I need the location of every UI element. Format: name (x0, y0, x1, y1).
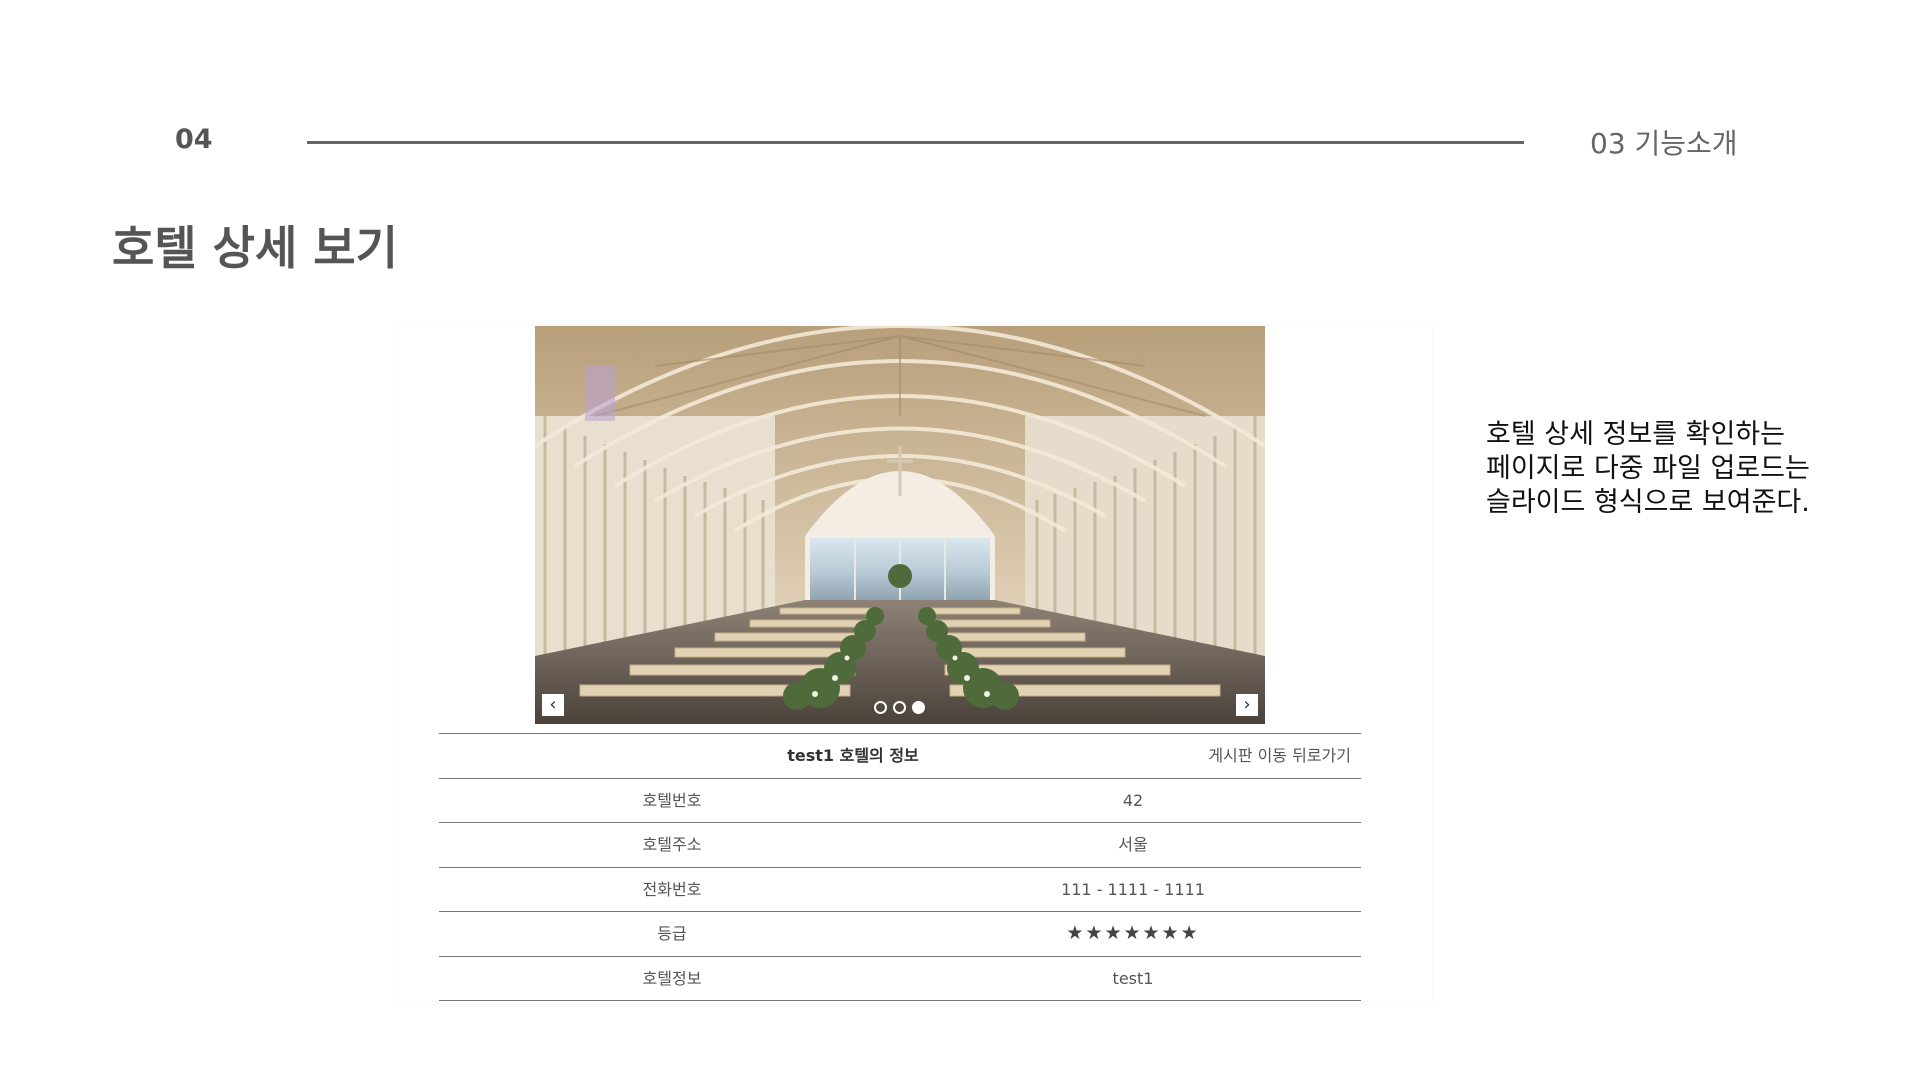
carousel-dots (874, 701, 934, 719)
row-value: 42 (1122, 790, 1144, 810)
image-carousel: ‹ › (535, 326, 1265, 724)
carousel-dot[interactable] (874, 701, 887, 714)
table-row: 등급 ★★★★★★★ (439, 912, 1361, 957)
row-label: 호텔정보 (642, 968, 702, 988)
row-value: 111 - 1111 - 1111 (1061, 879, 1205, 899)
table-title: test1 호텔의 정보 (787, 746, 919, 765)
row-label: 호텔주소 (642, 835, 702, 854)
description-line: 페이지로 다중 파일 업로드는 (1486, 453, 1810, 484)
carousel-dot[interactable] (893, 701, 906, 714)
carousel-prev-button[interactable]: ‹ (542, 694, 564, 716)
row-value: 서울 (1118, 835, 1148, 854)
description-line: 슬라이드 형식으로 보여준다. (1486, 487, 1810, 518)
star-rating: ★★★★★★★ (1066, 922, 1200, 944)
chevron-right-icon: › (1243, 694, 1251, 715)
carousel-dot[interactable] (912, 701, 925, 714)
table-links: 게시판 이동 뒤로가기 (1208, 734, 1351, 778)
description: 호텔 상세 정보를 확인하는 페이지로 다중 파일 업로드는 슬라이드 형식으로… (1486, 418, 1906, 520)
table-row: 호텔정보 test1 (439, 957, 1361, 1001)
description-line: 호텔 상세 정보를 확인하는 (1486, 419, 1785, 450)
table-row: 전화번호 111 - 1111 - 1111 (439, 868, 1361, 912)
page-title: 호텔 상세 보기 (112, 221, 398, 275)
row-label: 호텔번호 (642, 790, 702, 810)
table-row: 호텔주소 서울 (439, 823, 1361, 868)
page-number: 04 (175, 124, 213, 155)
hotel-info-table: test1 호텔의 정보 게시판 이동 뒤로가기 호텔번호 42 호텔주소 서울… (439, 733, 1361, 1001)
header-rule (307, 141, 1524, 144)
row-label: 등급 (657, 924, 687, 943)
back-link[interactable]: 뒤로가기 (1292, 746, 1351, 765)
chapel-interior-photo (535, 326, 1265, 724)
row-value: test1 (1112, 968, 1154, 988)
board-link[interactable]: 게시판 이동 (1208, 746, 1287, 765)
carousel-next-button[interactable]: › (1236, 694, 1258, 716)
table-row: 호텔번호 42 (439, 779, 1361, 823)
row-label: 전화번호 (642, 879, 702, 899)
chevron-left-icon: ‹ (549, 694, 557, 715)
section-label: 03 기능소개 (1590, 127, 1738, 160)
table-header: test1 호텔의 정보 게시판 이동 뒤로가기 (439, 734, 1361, 779)
